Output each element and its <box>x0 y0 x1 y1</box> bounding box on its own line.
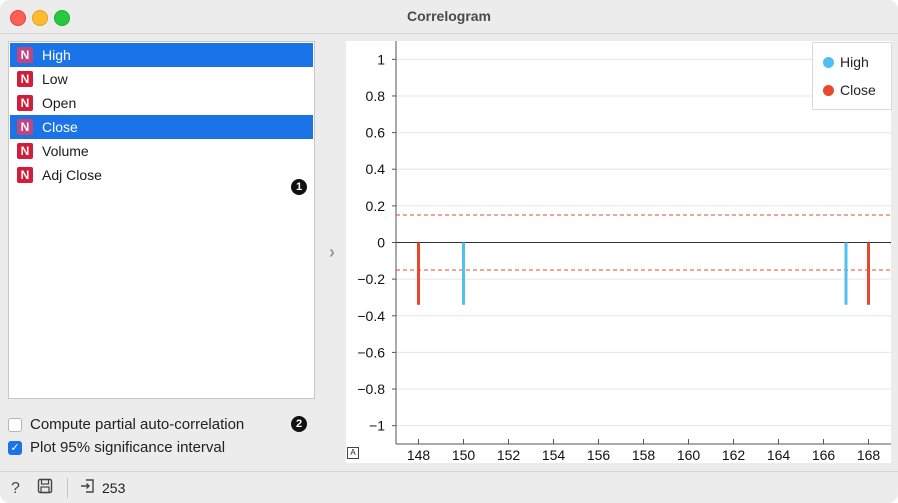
y-tick-label: 0.8 <box>366 88 386 104</box>
y-tick-label: 0.2 <box>366 198 386 214</box>
variable-label: Volume <box>42 143 89 159</box>
help-icon[interactable]: ? <box>11 480 20 498</box>
numeric-type-icon: N <box>17 95 33 111</box>
x-tick-label: 166 <box>812 447 836 463</box>
x-tick-label: 150 <box>452 447 476 463</box>
x-tick-label: 152 <box>497 447 521 463</box>
chart-legend: High Close <box>812 42 892 110</box>
variable-label: Low <box>42 71 68 87</box>
legend-label: High <box>840 54 869 70</box>
legend-label: Close <box>840 82 876 98</box>
significance-interval-label: Plot 95% significance interval <box>30 439 226 456</box>
numeric-type-icon: N <box>17 143 33 159</box>
y-tick-label: −0.4 <box>357 308 385 324</box>
variable-item-high[interactable]: N High <box>10 43 313 67</box>
variable-item-low[interactable]: N Low <box>10 67 313 91</box>
legend-item-close: Close <box>823 82 876 98</box>
y-tick-label: 0 <box>377 235 385 251</box>
significance-interval-checkbox[interactable]: ✓ <box>8 440 22 455</box>
x-tick-label: 164 <box>767 447 791 463</box>
x-tick-label: 148 <box>407 447 431 463</box>
numeric-type-icon: N <box>17 71 33 87</box>
numeric-type-icon: N <box>17 47 33 63</box>
correlogram-plot[interactable]: 1 0.8 0.6 0.4 0.2 0 −0.2 −0.4 −0.6 −0.8 −1 148 150 15… <box>346 41 892 463</box>
correlogram-window: Correlogram N High N Low N Open N Close … <box>0 0 898 503</box>
x-tick-label: 160 <box>677 447 701 463</box>
status-bar: ? 253 <box>0 471 898 503</box>
y-tick-label: 0.6 <box>366 125 386 141</box>
variable-item-open[interactable]: N Open <box>10 91 313 115</box>
numeric-type-icon: N <box>17 167 33 183</box>
variable-item-close[interactable]: N Close <box>10 115 313 139</box>
y-tick-label: 1 <box>377 51 385 67</box>
output-count: 253 <box>102 480 126 496</box>
x-tick-label: 158 <box>632 447 656 463</box>
variable-list[interactable]: N High N Low N Open N Close N Volume N A… <box>8 41 315 399</box>
x-tick-label: 156 <box>587 447 611 463</box>
y-tick-label: 0.4 <box>366 161 386 177</box>
significance-interval-option[interactable]: ✓ Plot 95% significance interval <box>8 439 225 456</box>
variable-label: High <box>42 47 71 63</box>
x-tick-label: 162 <box>722 447 746 463</box>
window-title: Correlogram <box>406 8 492 24</box>
y-tick-label: −0.6 <box>357 344 385 360</box>
variable-label: Adj Close <box>42 167 102 183</box>
callout-marker-2: 2 <box>291 416 307 432</box>
auto-scale-icon[interactable]: A <box>347 447 359 459</box>
variable-label: Close <box>42 119 78 135</box>
partial-autocorrelation-label: Compute partial auto-correlation <box>30 416 245 433</box>
legend-dot-icon <box>823 84 834 96</box>
correlogram-chart: 1 0.8 0.6 0.4 0.2 0 −0.2 −0.4 −0.6 −0.8 −1 148 150 15… <box>357 41 891 463</box>
titlebar: Correlogram <box>0 0 898 34</box>
status-separator <box>67 478 68 498</box>
save-icon[interactable] <box>37 478 53 499</box>
variable-label: Open <box>42 95 77 111</box>
partial-autocorrelation-checkbox[interactable] <box>8 417 22 432</box>
variable-item-adj-close[interactable]: N Adj Close <box>10 163 313 187</box>
variable-item-volume[interactable]: N Volume <box>10 139 313 163</box>
legend-dot-icon <box>823 56 834 68</box>
partial-autocorrelation-option[interactable]: Compute partial auto-correlation <box>8 416 244 433</box>
y-tick-label: −0.8 <box>357 381 385 397</box>
x-tick-label: 154 <box>542 447 566 463</box>
output-icon[interactable] <box>80 478 96 499</box>
callout-marker-1: 1 <box>291 179 307 195</box>
numeric-type-icon: N <box>17 119 33 135</box>
collapse-panel-chevron-icon[interactable]: › <box>329 242 335 263</box>
y-tick-label: −1 <box>369 418 385 434</box>
y-tick-label: −0.2 <box>357 271 385 287</box>
legend-item-high: High <box>823 54 869 70</box>
x-tick-label: 168 <box>857 447 881 463</box>
